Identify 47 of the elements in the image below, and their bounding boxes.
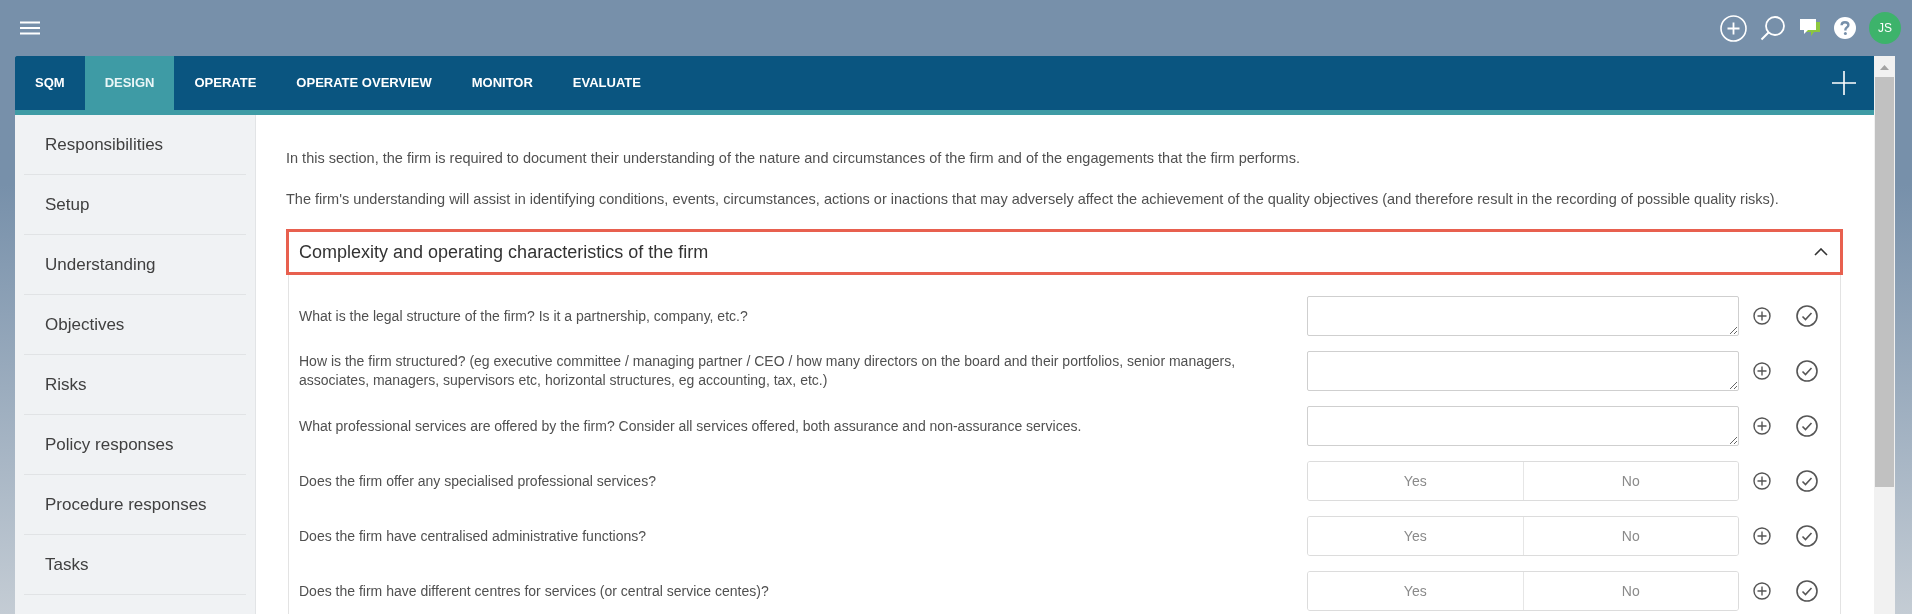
sidebar-item[interactable]: Setup — [24, 191, 90, 218]
answer-field[interactable] — [1307, 296, 1739, 336]
question-text: Does the firm have different centres for services (or central service centes)? — [299, 581, 770, 601]
sidebar-item[interactable]: Procedure responses — [24, 491, 207, 518]
check-circle-icon[interactable] — [1796, 305, 1818, 327]
sidebar-item[interactable]: Understanding — [24, 251, 156, 278]
help-icon[interactable] — [1834, 17, 1856, 39]
yes-no-toggle[interactable]: Yes No — [1307, 461, 1739, 501]
plus-circle-icon[interactable] — [1753, 362, 1771, 380]
plus-circle-icon[interactable] — [1753, 582, 1771, 600]
check-circle-icon[interactable] — [1796, 580, 1818, 602]
check-circle-icon[interactable] — [1796, 525, 1818, 547]
plus-circle-icon[interactable] — [1753, 472, 1771, 490]
menu-icon[interactable] — [20, 21, 40, 35]
scrollbar[interactable] — [1874, 56, 1895, 614]
sidebar-item[interactable]: Policy responses — [24, 431, 174, 458]
scrollbar-thumb[interactable] — [1875, 77, 1894, 487]
chat-bubbles-icon[interactable] — [1799, 18, 1821, 38]
option-button[interactable]: No — [1522, 572, 1738, 610]
intro-text: In this section, the firm is required to document their understanding of the nature and circumstances of the firm and of the engagements that the firm performs. — [286, 149, 1301, 168]
plus-circle-icon[interactable] — [1753, 527, 1771, 545]
sidebar-item[interactable]: Risks — [24, 371, 87, 398]
section-title: Complexity and operating characteristics of the firm — [299, 240, 709, 264]
plus-circle-icon[interactable] — [1753, 417, 1771, 435]
check-circle-icon[interactable] — [1796, 415, 1818, 437]
option-button[interactable]: No — [1522, 462, 1738, 500]
search-icon[interactable] — [1760, 15, 1786, 41]
yes-no-toggle[interactable]: Yes No — [1307, 516, 1739, 556]
plus-circle-icon[interactable] — [1753, 307, 1771, 325]
section-header[interactable]: Complexity and operating characteristics of the firm — [286, 229, 1843, 275]
question-text: What professional services are offered by the firm? Consider all services offered, both assurance and non-assurance services. — [299, 416, 1083, 436]
answer-field[interactable] — [1307, 351, 1739, 391]
question-text: Does the firm offer any specialised professional services? — [299, 471, 657, 491]
intro-text: The firm's understanding will assist in identifying conditions, events, circumstances, actions or inactions that may adversely affect the achievement of the quality objectives (and therefore result in the recording of possible quality risks). — [286, 190, 1780, 209]
chevron-up-icon[interactable] — [1814, 248, 1828, 256]
plus-icon[interactable] — [1832, 71, 1856, 95]
question-text: What is the legal structure of the firm? Is it a partnership, company, etc.? — [299, 306, 749, 326]
question-text: Does the firm have centralised administrative functions? — [299, 526, 648, 546]
check-circle-icon[interactable] — [1796, 360, 1818, 382]
yes-no-toggle[interactable]: Yes No — [1307, 571, 1739, 611]
question-text: How is the firm structured? (eg executive committee / managing partner / CEO / how many directors on the board and their portfolios, senior managers, associates, managers, supervisors etc, horizontal structures, eg accounting, tax, etc.) — [299, 352, 1237, 390]
sidebar-item[interactable]: Objectives — [24, 311, 125, 338]
sidebar-item[interactable]: Tasks — [24, 551, 89, 578]
check-circle-icon[interactable] — [1796, 470, 1818, 492]
sidebar-item[interactable]: Responsibilities — [24, 131, 164, 158]
answer-field[interactable] — [1307, 406, 1739, 446]
option-button[interactable]: No — [1522, 517, 1738, 555]
